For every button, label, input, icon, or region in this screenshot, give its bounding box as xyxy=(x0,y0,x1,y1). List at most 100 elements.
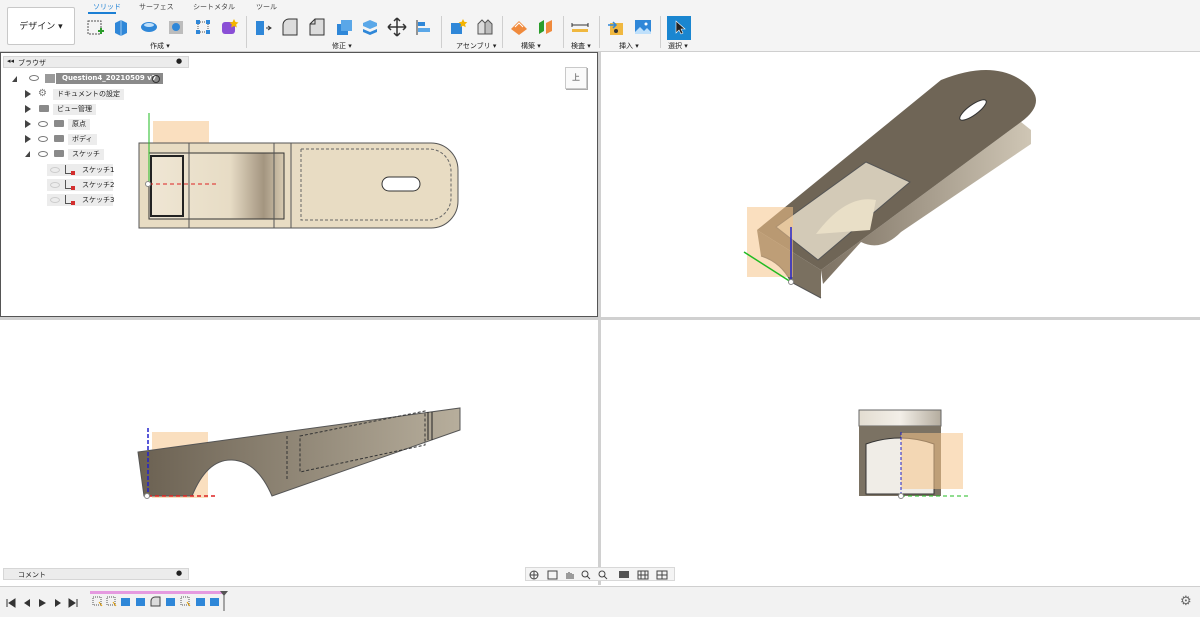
expand-triangle-icon[interactable] xyxy=(25,120,31,128)
tree-item-label: ドキュメントの設定 xyxy=(53,89,124,100)
tree-item-label: 原点 xyxy=(68,119,90,130)
viewport-isometric[interactable] xyxy=(601,52,1200,317)
extrude-feature-icon[interactable] xyxy=(135,596,146,607)
orbit-icon[interactable] xyxy=(529,570,539,580)
activate-radio-icon[interactable] xyxy=(152,75,160,83)
select-button[interactable] xyxy=(667,16,691,40)
extrude-feature-icon[interactable] xyxy=(209,596,220,607)
play-icon[interactable] xyxy=(37,598,47,608)
tree-item-label: スケッチ xyxy=(68,149,104,160)
visibility-eye-icon[interactable] xyxy=(50,167,60,173)
fillet-feature-icon[interactable] xyxy=(150,596,161,607)
go-to-end-icon[interactable] xyxy=(68,598,78,608)
shell-icon[interactable] xyxy=(334,17,354,37)
right-view-model xyxy=(858,409,971,499)
viewport-right[interactable] xyxy=(601,320,1200,585)
inspect-group-label[interactable]: 検査 ▾ xyxy=(571,41,591,51)
measure-icon[interactable] xyxy=(570,17,590,37)
insert-canvas-icon[interactable] xyxy=(633,17,653,37)
visibility-eye-icon[interactable] xyxy=(38,121,48,127)
settings-gear-icon[interactable]: ⚙ xyxy=(1180,594,1192,609)
tree-item-label: ビュー管理 xyxy=(53,104,96,115)
sketch-feature-icon[interactable] xyxy=(106,596,117,607)
expand-triangle-icon[interactable] xyxy=(25,90,31,98)
tab-sheet-metal[interactable]: シートメタル xyxy=(193,2,235,12)
fillet-icon[interactable] xyxy=(280,17,300,37)
align-icon[interactable] xyxy=(414,17,434,37)
visibility-eye-icon[interactable] xyxy=(29,75,39,81)
press-pull-icon[interactable] xyxy=(253,17,273,37)
step-forward-icon[interactable] xyxy=(53,598,63,608)
create-form-icon[interactable] xyxy=(219,17,239,37)
toolbar-separator xyxy=(599,16,600,48)
pan-icon[interactable] xyxy=(566,572,574,579)
visibility-eye-icon[interactable] xyxy=(38,151,48,157)
iso-view-model xyxy=(743,70,1036,299)
browser-title: ブラウザ xyxy=(18,59,46,67)
hole-icon[interactable] xyxy=(166,17,186,37)
display-settings-icon[interactable] xyxy=(619,571,629,578)
chamfer-icon[interactable] xyxy=(307,17,327,37)
cursor-icon xyxy=(675,20,686,35)
extrude-feature-icon[interactable] xyxy=(165,596,176,607)
construct-group-label[interactable]: 構築 ▾ xyxy=(521,41,541,51)
create-sketch-icon[interactable] xyxy=(86,17,106,37)
extrude-feature-icon[interactable] xyxy=(120,596,131,607)
fit-icon[interactable] xyxy=(598,570,608,580)
collapse-triangle-icon[interactable] xyxy=(25,151,30,157)
browser-header[interactable]: ◂◂ ブラウザ ● xyxy=(3,56,189,68)
pin-icon[interactable]: ● xyxy=(176,57,182,65)
timeline-marker-icon[interactable] xyxy=(220,591,228,611)
toolbar-separator xyxy=(563,16,564,48)
joint-icon[interactable] xyxy=(475,17,495,37)
extrude-feature-icon[interactable] xyxy=(195,596,206,607)
revolve-icon[interactable] xyxy=(139,17,159,37)
split-body-icon[interactable] xyxy=(360,17,380,37)
create-group-label[interactable]: 作成 ▾ xyxy=(150,41,170,51)
viewports-icon[interactable] xyxy=(656,570,668,580)
folder-icon xyxy=(39,105,49,112)
insert-derive-icon[interactable] xyxy=(606,17,626,37)
modify-group-label[interactable]: 修正 ▾ xyxy=(332,41,352,51)
comments-panel-header[interactable]: コメント ● xyxy=(3,568,189,580)
expand-triangle-icon[interactable] xyxy=(25,105,31,113)
offset-plane-icon[interactable] xyxy=(509,17,529,37)
viewcube[interactable]: 上 xyxy=(565,67,587,89)
select-group-label[interactable]: 選択 ▾ xyxy=(668,41,688,51)
go-to-start-icon[interactable] xyxy=(6,598,16,608)
slot-hole xyxy=(381,176,421,192)
step-back-icon[interactable] xyxy=(22,598,32,608)
tree-item-label: スケッチ1 xyxy=(82,166,115,174)
visibility-eye-icon[interactable] xyxy=(50,182,60,188)
pocket-wall xyxy=(148,152,285,220)
sketch-feature-icon[interactable] xyxy=(92,596,103,607)
root-component-label[interactable]: Question4_20210509 v7 xyxy=(56,73,163,84)
plane-at-angle-icon[interactable] xyxy=(536,17,556,37)
toolbar-separator xyxy=(660,16,661,48)
look-at-icon[interactable] xyxy=(547,570,558,580)
grid-settings-icon[interactable] xyxy=(637,570,649,580)
tab-tools[interactable]: ツール xyxy=(256,2,277,12)
folder-icon xyxy=(54,150,64,157)
timeline-track-highlight xyxy=(90,591,224,594)
insert-group-label[interactable]: 挿入 ▾ xyxy=(619,41,639,51)
collapse-icon[interactable]: ◂◂ xyxy=(7,57,14,65)
viewport-front[interactable] xyxy=(0,320,598,585)
tab-solid[interactable]: ソリッド xyxy=(93,2,121,12)
visibility-eye-icon[interactable] xyxy=(50,197,60,203)
sketch-lock-icon xyxy=(71,186,75,190)
move-copy-icon[interactable] xyxy=(387,17,407,37)
assemble-group-label[interactable]: アセンブリ ▾ xyxy=(456,41,496,51)
rectangular-pattern-icon[interactable] xyxy=(193,17,213,37)
visibility-eye-icon[interactable] xyxy=(38,136,48,142)
comments-title: コメント xyxy=(18,571,46,579)
extrude-icon[interactable] xyxy=(111,17,131,37)
add-comment-icon[interactable]: ● xyxy=(176,569,182,577)
workspace-switcher-button[interactable]: デザイン ▾ xyxy=(7,7,75,45)
new-component-icon[interactable] xyxy=(448,17,468,37)
sketch-feature-icon[interactable] xyxy=(180,596,191,607)
expand-triangle-icon[interactable] xyxy=(25,135,31,143)
collapse-triangle-icon[interactable] xyxy=(12,76,17,82)
tab-surface[interactable]: サーフェス xyxy=(139,2,174,12)
zoom-icon[interactable] xyxy=(581,570,591,580)
